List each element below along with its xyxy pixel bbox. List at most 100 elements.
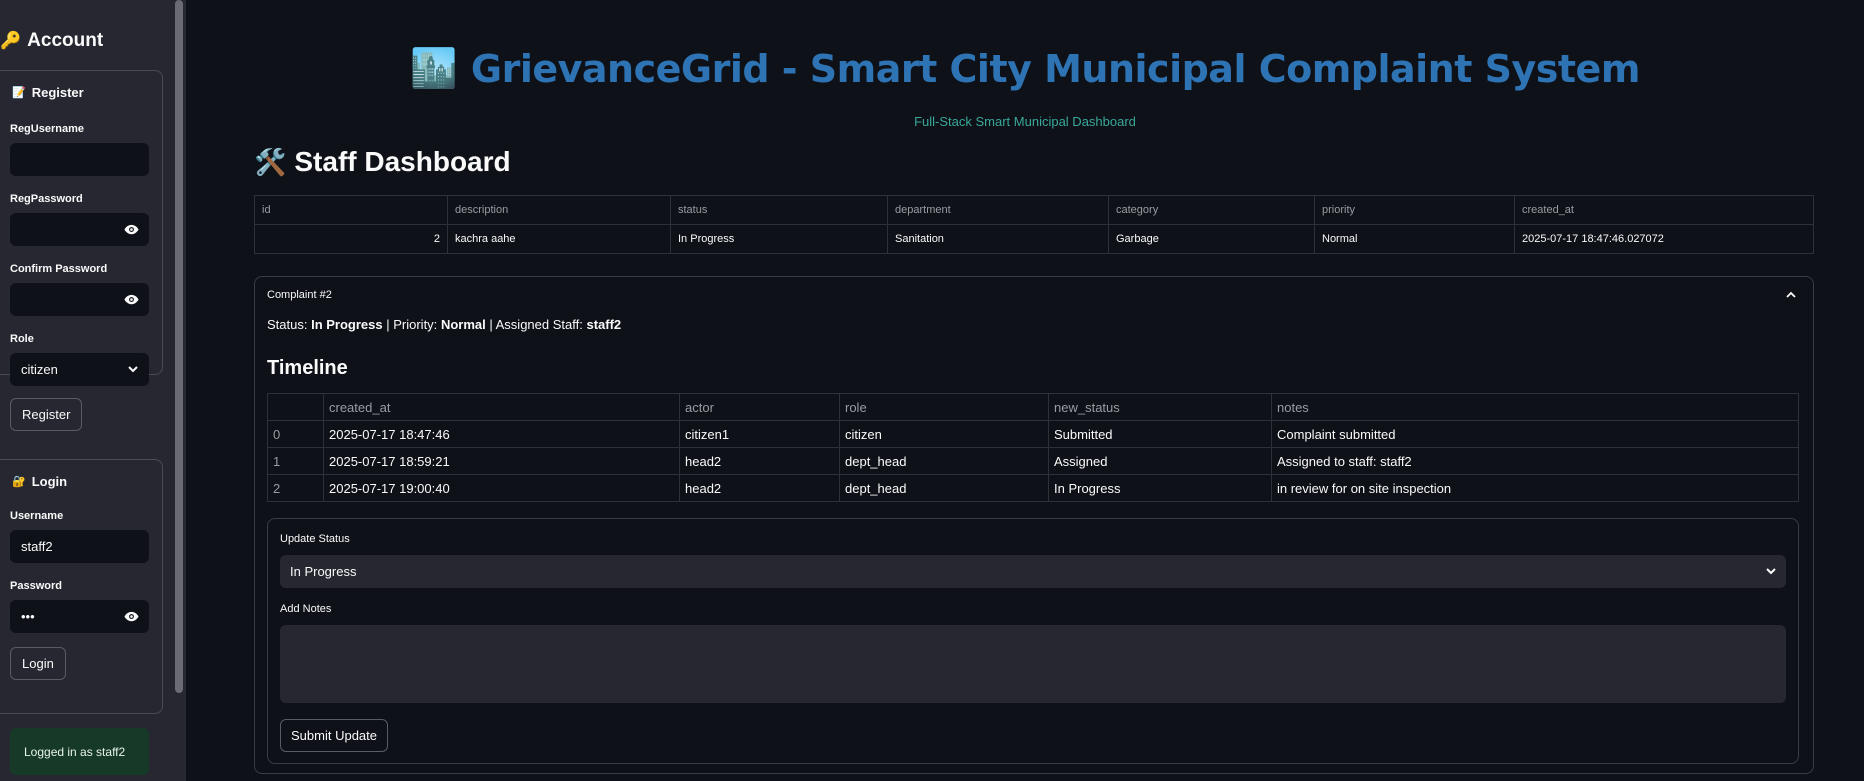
column-header[interactable]: new_status xyxy=(1048,393,1272,421)
complaints-table[interactable]: id description status department categor… xyxy=(254,195,1814,254)
confirm-password-input[interactable] xyxy=(10,283,149,316)
table-cell: Complaint submitted xyxy=(1271,420,1799,448)
username-input[interactable]: staff2 xyxy=(10,530,149,563)
complaint-meta: Status: In Progress | Priority: Normal |… xyxy=(267,317,621,332)
table-header-row: created_at actor role new_status notes xyxy=(267,393,1799,421)
role-select-value: citizen xyxy=(21,362,58,377)
complaint-expander: Complaint #2 Status: In Progress | Prior… xyxy=(254,276,1814,774)
table-cell: Submitted xyxy=(1048,420,1272,448)
chevron-up-icon[interactable] xyxy=(1785,289,1797,301)
page-title: 🛠️ Staff Dashboard xyxy=(254,146,511,178)
column-header[interactable]: created_at xyxy=(323,393,680,421)
role-select[interactable]: citizen xyxy=(10,353,149,386)
city-icon: 🏙️ xyxy=(410,46,457,90)
priority-label: | Priority: xyxy=(386,317,438,332)
column-header[interactable]: actor xyxy=(679,393,840,421)
status-value: In Progress xyxy=(311,317,383,332)
table-cell: dept_head xyxy=(839,474,1049,502)
register-button[interactable]: Register xyxy=(10,398,83,431)
table-cell: In Progress xyxy=(670,224,888,254)
eye-icon[interactable] xyxy=(124,293,139,306)
table-cell: Sanitation xyxy=(887,224,1109,254)
password-input[interactable]: ••• xyxy=(10,600,149,633)
table-cell: Garbage xyxy=(1108,224,1315,254)
eye-icon[interactable] xyxy=(124,223,139,236)
sidebar-title-text: Account xyxy=(27,30,104,51)
table-cell: head2 xyxy=(679,474,840,502)
column-header[interactable]: description xyxy=(447,195,671,225)
username-label: Username xyxy=(10,510,64,522)
login-button[interactable]: Login xyxy=(10,647,66,680)
status-label: Status: xyxy=(267,317,308,332)
column-header[interactable]: created_at xyxy=(1514,195,1814,225)
table-row[interactable]: 2 kachra aahe In Progress Sanitation Gar… xyxy=(254,224,1814,254)
eye-icon[interactable] xyxy=(124,610,139,623)
app-title: 🏙️ GrievanceGrid - Smart City Municipal … xyxy=(186,46,1864,91)
table-header-row: id description status department categor… xyxy=(254,195,1814,225)
table-cell: Normal xyxy=(1314,224,1515,254)
column-header[interactable]: notes xyxy=(1271,393,1799,421)
column-header[interactable]: category xyxy=(1108,195,1315,225)
table-row[interactable]: 0 2025-07-17 18:47:46 citizen1 citizen S… xyxy=(267,420,1799,448)
row-index: 1 xyxy=(267,447,324,475)
column-header[interactable]: department xyxy=(887,195,1109,225)
update-status-label: Update Status xyxy=(280,533,350,545)
column-header[interactable]: priority xyxy=(1314,195,1515,225)
update-form: Update Status In Progress Add Notes Subm… xyxy=(267,518,1799,764)
register-card: 📝 Register RegUsername RegPassword Confi… xyxy=(0,70,163,386)
table-cell: 2025-07-17 18:59:21 xyxy=(323,447,680,475)
sidebar-scrollbar[interactable] xyxy=(175,0,183,693)
chevron-down-icon xyxy=(1766,568,1776,575)
register-heading: 📝 Register xyxy=(12,85,84,100)
role-label: Role xyxy=(10,333,34,345)
add-notes-label: Add Notes xyxy=(280,603,332,615)
table-cell: in review for on site inspection xyxy=(1271,474,1799,502)
password-value: ••• xyxy=(21,609,35,624)
table-cell: 2025-07-17 19:00:40 xyxy=(323,474,680,502)
login-card: 🔐 Login Username staff2 Password ••• Log… xyxy=(0,459,163,714)
register-icon: 📝 xyxy=(12,87,26,99)
column-header[interactable]: role xyxy=(839,393,1049,421)
timeline-table[interactable]: created_at actor role new_status notes 0… xyxy=(267,393,1799,502)
table-row[interactable]: 1 2025-07-17 18:59:21 head2 dept_head As… xyxy=(267,447,1799,475)
table-cell: head2 xyxy=(679,447,840,475)
table-cell: In Progress xyxy=(1048,474,1272,502)
reg-password-label: RegPassword xyxy=(10,193,83,205)
table-cell: dept_head xyxy=(839,447,1049,475)
reg-username-label: RegUsername xyxy=(10,123,84,135)
row-index: 2 xyxy=(267,474,324,502)
table-cell: Assigned xyxy=(1048,447,1272,475)
update-status-select[interactable]: In Progress xyxy=(280,555,1786,588)
main-content: 🏙️ GrievanceGrid - Smart City Municipal … xyxy=(186,0,1864,781)
row-index: 0 xyxy=(267,420,324,448)
column-header[interactable]: status xyxy=(670,195,888,225)
column-header[interactable] xyxy=(267,393,324,421)
table-row[interactable]: 2 2025-07-17 19:00:40 head2 dept_head In… xyxy=(267,474,1799,502)
staff-value: staff2 xyxy=(586,317,622,332)
timeline-heading: Timeline xyxy=(267,357,348,379)
login-heading-text: Login xyxy=(31,474,68,489)
register-heading-text: Register xyxy=(31,85,84,100)
sidebar-title: 🔑 Account xyxy=(0,30,103,52)
confirm-password-label: Confirm Password xyxy=(10,263,108,275)
login-status-alert: Logged in as staff2 xyxy=(10,728,149,775)
column-header[interactable]: id xyxy=(254,195,448,225)
sidebar: 🔑 Account 📝 Register RegUsername RegPass… xyxy=(0,0,186,781)
staff-label: | Assigned Staff: xyxy=(489,317,583,332)
table-cell: kachra aahe xyxy=(447,224,671,254)
complaint-expander-title[interactable]: Complaint #2 xyxy=(267,289,332,301)
update-status-value: In Progress xyxy=(290,564,357,579)
tools-icon: 🛠️ xyxy=(254,146,287,177)
app-subtitle: Full-Stack Smart Municipal Dashboard xyxy=(914,114,1136,129)
lock-icon: 🔐 xyxy=(12,476,26,488)
table-cell: citizen xyxy=(839,420,1049,448)
table-cell: 2 xyxy=(254,224,448,254)
submit-update-button[interactable]: Submit Update xyxy=(280,719,388,752)
table-cell: citizen1 xyxy=(679,420,840,448)
key-icon: 🔑 xyxy=(0,31,22,50)
reg-username-input[interactable] xyxy=(10,143,149,176)
table-cell: 2025-07-17 18:47:46 xyxy=(323,420,680,448)
notes-textarea[interactable] xyxy=(280,625,1786,703)
reg-password-input[interactable] xyxy=(10,213,149,246)
table-cell: Assigned to staff: staff2 xyxy=(1271,447,1799,475)
